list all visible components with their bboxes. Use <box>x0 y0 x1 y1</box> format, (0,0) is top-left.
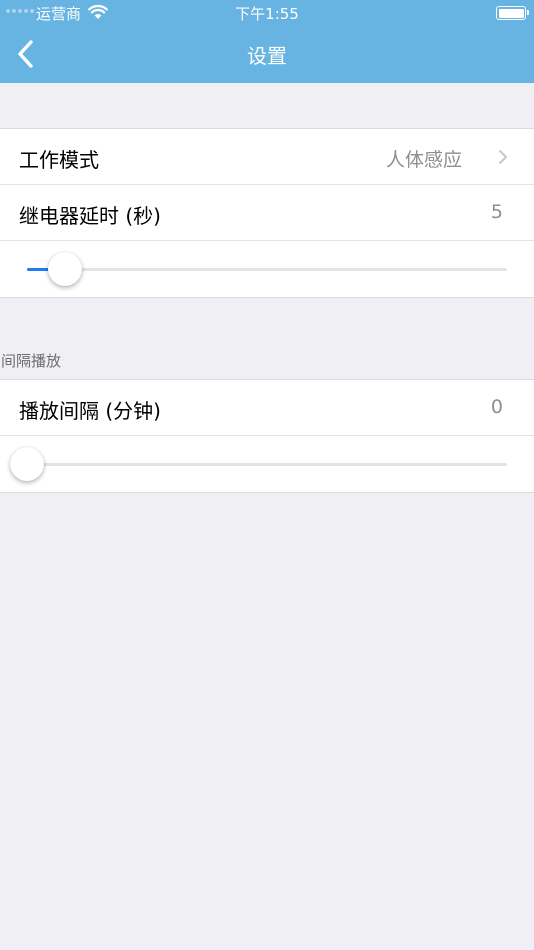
page-title: 设置 <box>247 44 287 68</box>
work-mode-value: 人体感应 <box>385 149 462 171</box>
relay-delay-slider[interactable] <box>27 252 507 286</box>
play-interval-row: 播放间隔 (分钟) 0 <box>0 380 534 436</box>
work-mode-row[interactable]: 工作模式 人体感应 <box>0 129 534 185</box>
relay-delay-slider-row <box>0 241 534 297</box>
status-bar: 运营商 下午1:55 <box>0 0 534 26</box>
relay-delay-row: 继电器延时 (秒) 5 <box>0 185 534 241</box>
work-mode-label: 工作模式 <box>19 148 99 172</box>
relay-delay-label: 继电器延时 (秒) <box>19 204 161 228</box>
navigation-bar: 运营商 下午1:55 设置 <box>0 0 534 83</box>
play-interval-slider[interactable] <box>10 447 507 481</box>
play-interval-label: 播放间隔 (分钟) <box>19 399 161 423</box>
relay-delay-value: 5 <box>490 201 503 223</box>
play-interval-slider-row <box>0 436 534 492</box>
battery-icon <box>496 6 529 20</box>
section-header-interval: 间隔播放 <box>1 352 62 370</box>
status-time: 下午1:55 <box>235 5 299 23</box>
interval-settings-group: 播放间隔 (分钟) 0 <box>0 379 534 493</box>
slider-thumb[interactable] <box>48 252 83 286</box>
chevron-right-icon <box>499 150 507 164</box>
slider-thumb[interactable] <box>10 447 44 481</box>
relay-settings-group: 工作模式 人体感应 继电器延时 (秒) 5 <box>0 128 534 298</box>
play-interval-value: 0 <box>490 396 503 418</box>
